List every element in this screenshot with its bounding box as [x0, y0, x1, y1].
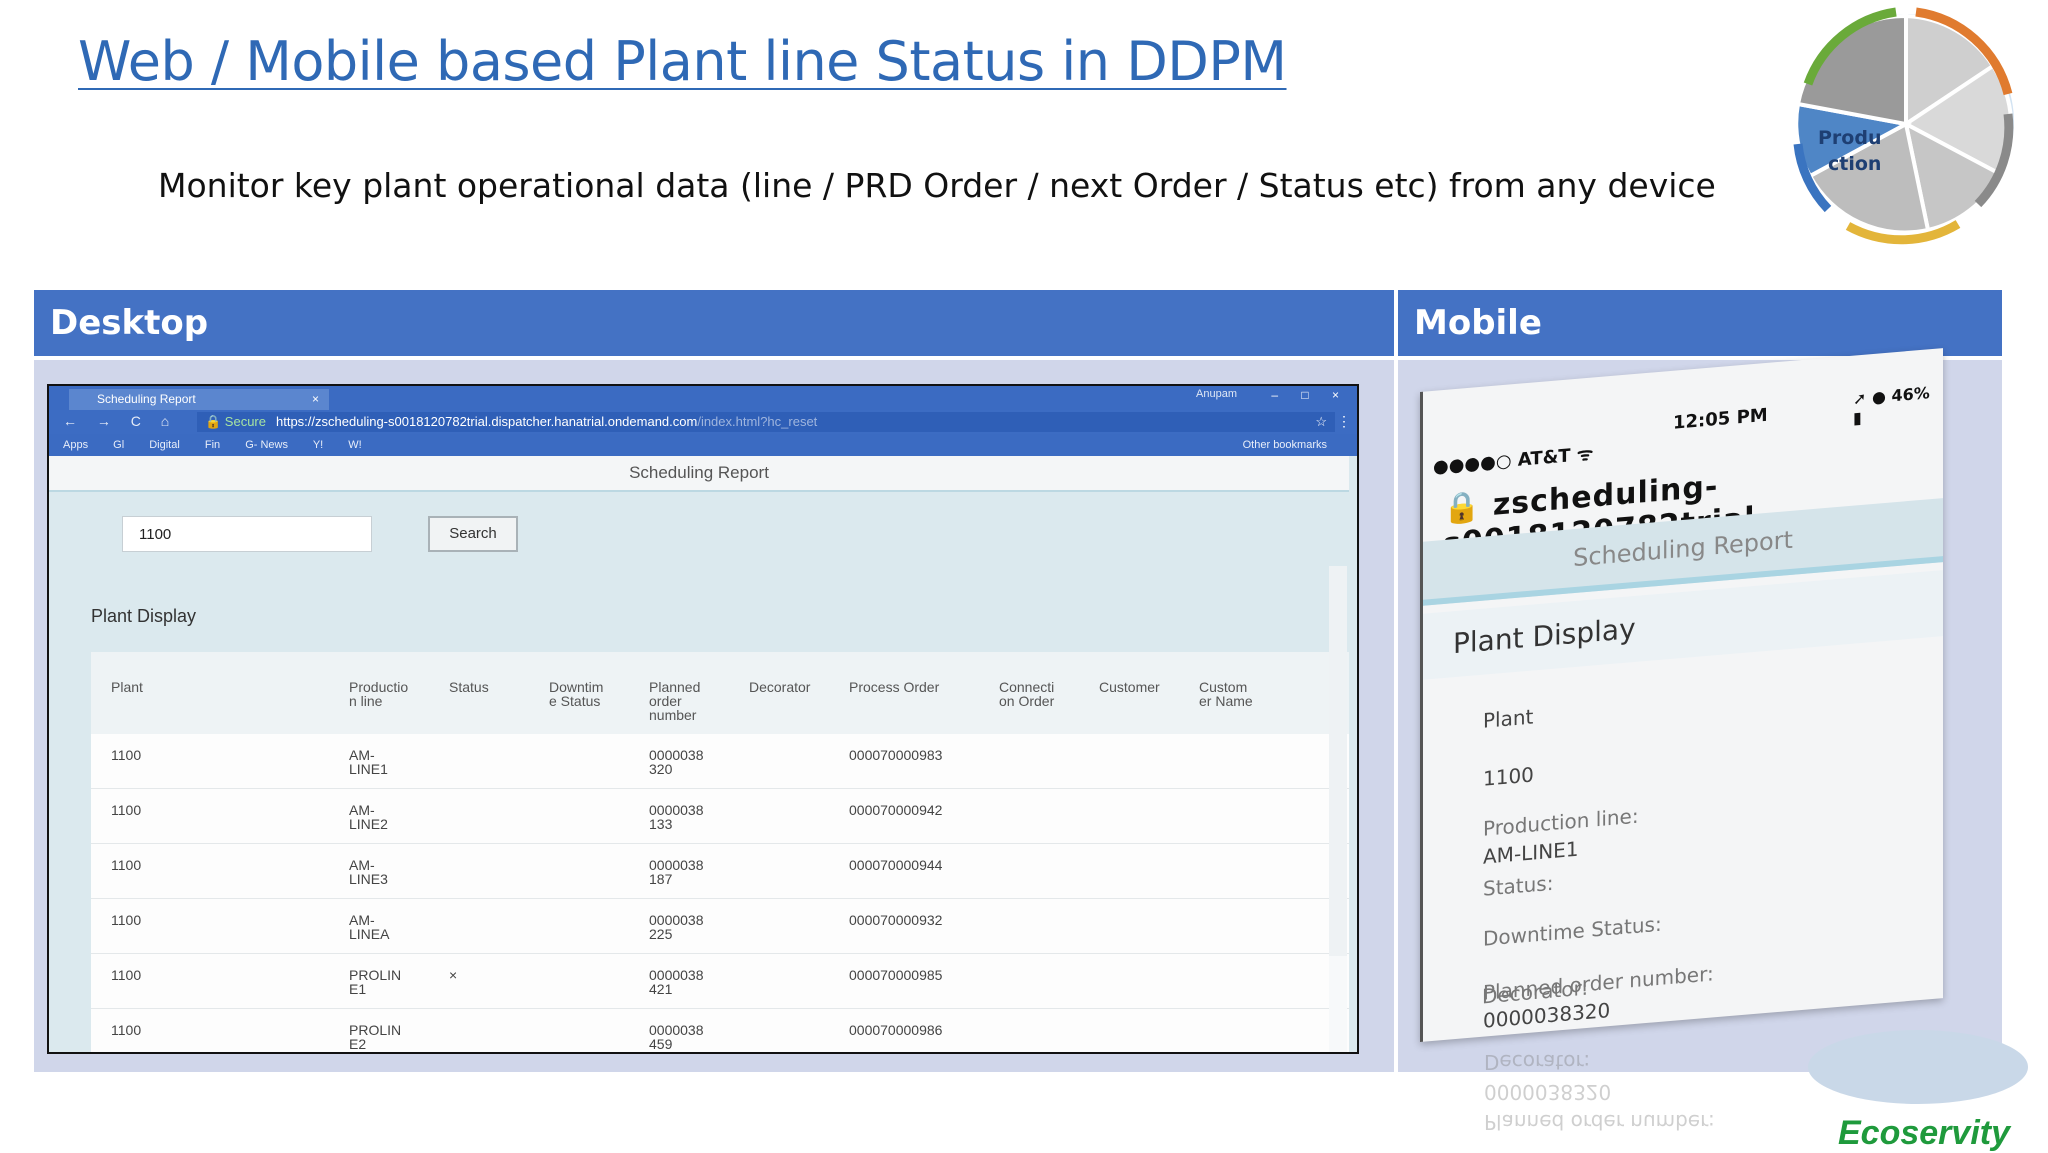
- mobile-status-label: Status:: [1483, 870, 1554, 901]
- carrier-signal: ●●●●○ AT&T ᯤ: [1433, 443, 1594, 478]
- cell-planned: 0000038 133: [649, 802, 704, 832]
- cell-process: 000070000983: [849, 747, 943, 763]
- column-header[interactable]: Planned order number: [649, 680, 700, 722]
- brand-logo-text: Ecoservity: [1838, 1114, 2010, 1152]
- nav-buttons[interactable]: ← → C ⌂: [63, 413, 177, 429]
- bookmark-yahoo[interactable]: Y!: [313, 439, 323, 451]
- other-bookmarks[interactable]: Other bookmarks: [1243, 434, 1327, 456]
- cell-line: AM- LINE2: [349, 802, 388, 832]
- scrollbar[interactable]: [1329, 566, 1347, 1052]
- table-header-row: Plant Productio n line Status Downtim e …: [91, 652, 1349, 732]
- column-header[interactable]: Downtim e Status: [549, 680, 603, 708]
- column-header[interactable]: Plant: [111, 680, 143, 694]
- mobile-line-value: AM-LINE1: [1483, 836, 1579, 869]
- table-row[interactable]: 1100 AM- LINE1 0000038 320 000070000983: [91, 734, 1349, 789]
- report-title: Scheduling Report: [49, 456, 1349, 492]
- mobile-plant-label: Plant: [1483, 704, 1534, 733]
- browser-menu-icon[interactable]: ⋮: [1337, 413, 1351, 430]
- column-header[interactable]: Custom er Name: [1199, 680, 1253, 708]
- app-page: Scheduling Report 1100 Search Plant Disp…: [49, 456, 1357, 1052]
- production-cycle-logo: Produ ction: [1793, 7, 2014, 245]
- phone-time: 12:05 PM: [1673, 404, 1768, 434]
- url-path: /index.html?hc_reset: [697, 414, 818, 429]
- battery-icon: ➚ ● 46% ▮: [1853, 383, 1930, 428]
- cell-planned: 0000038 459: [649, 1022, 704, 1052]
- mobile-downtime-label: Downtime Status:: [1483, 911, 1662, 951]
- cell-planned: 0000038 187: [649, 857, 704, 887]
- search-button[interactable]: Search: [428, 516, 518, 552]
- bookmark-apps[interactable]: Apps: [63, 439, 88, 451]
- bookmark-w[interactable]: W!: [348, 439, 361, 451]
- slide-title: Web / Mobile based Plant line Status in …: [78, 30, 1287, 93]
- mobile-line-label: Production line:: [1483, 803, 1639, 841]
- cell-process: 000070000944: [849, 857, 943, 873]
- cell-plant: 1100: [111, 857, 142, 873]
- bookmark-gl[interactable]: Gl: [113, 439, 124, 451]
- brand-shape: [1808, 1030, 2028, 1104]
- cell-process: 000070000932: [849, 912, 943, 928]
- phone-status-bar: ●●●●○ AT&T ᯤ 12:05 PM ➚ ● 46% ▮: [1433, 383, 1933, 478]
- secure-lock-icon: 🔒 Secure: [205, 414, 266, 429]
- cell-plant: 1100: [111, 802, 142, 818]
- address-bar[interactable]: 🔒 Secure https://zscheduling-s0018120782t…: [197, 412, 1335, 432]
- cell-line: AM- LINE1: [349, 747, 388, 777]
- search-input[interactable]: 1100: [122, 516, 372, 552]
- cell-line: PROLIN E1: [349, 967, 402, 997]
- slide-subtitle: Monitor key plant operational data (line…: [158, 166, 1716, 205]
- column-header[interactable]: Connecti on Order: [999, 680, 1054, 708]
- table-row[interactable]: 1100 PROLIN E2 0000038 459 000070000986: [91, 1009, 1349, 1052]
- window-controls[interactable]: – □ ×: [1271, 388, 1349, 402]
- bookmark-star-icon[interactable]: ☆: [1315, 412, 1327, 432]
- column-header[interactable]: Customer: [1099, 680, 1160, 694]
- bookmark-digital[interactable]: Digital: [149, 439, 180, 451]
- svg-text:Produ: Produ: [1818, 127, 1881, 149]
- browser-titlebar: Scheduling Report × Anupam – □ ×: [49, 386, 1357, 410]
- desktop-browser-window: Scheduling Report × Anupam – □ × ← → C ⌂…: [47, 384, 1359, 1054]
- bookmark-fin[interactable]: Fin: [205, 439, 220, 451]
- mobile-plant-value: 1100: [1483, 762, 1534, 791]
- lock-icon: 🔒: [1443, 487, 1493, 528]
- cell-status: ×: [449, 967, 458, 983]
- table-row[interactable]: 1100 AM- LINE2 0000038 133 000070000942: [91, 789, 1349, 844]
- cell-line: AM- LINEA: [349, 912, 390, 942]
- plant-table: Plant Productio n line Status Downtim e …: [91, 652, 1349, 1052]
- cell-planned: 0000038 225: [649, 912, 704, 942]
- bookmark-gnews[interactable]: G- News: [245, 439, 288, 451]
- table-row[interactable]: 1100 AM- LINE3 0000038 187 000070000944: [91, 844, 1349, 899]
- column-header[interactable]: Decorator: [749, 680, 810, 694]
- table-row[interactable]: 1100 AM- LINEA 0000038 225 000070000932: [91, 899, 1349, 954]
- cell-planned: 0000038 320: [649, 747, 704, 777]
- cell-plant: 1100: [111, 967, 142, 983]
- cell-process: 000070000942: [849, 802, 943, 818]
- cell-process: 000070000985: [849, 967, 943, 983]
- svg-text:ction: ction: [1828, 153, 1881, 175]
- cell-line: AM- LINE3: [349, 857, 388, 887]
- column-header[interactable]: Process Order: [849, 680, 939, 694]
- column-header[interactable]: Productio n line: [349, 680, 408, 708]
- cell-planned: 0000038 421: [649, 967, 704, 997]
- profile-name[interactable]: Anupam: [1196, 388, 1237, 400]
- cell-plant: 1100: [111, 912, 142, 928]
- address-row: ← → C ⌂ 🔒 Secure https://zscheduling-s001…: [49, 410, 1357, 434]
- url-main: https://zscheduling-s0018120782trial.dis…: [276, 414, 698, 429]
- table-row[interactable]: 1100 PROLIN E1 × 0000038 421 00007000098…: [91, 954, 1349, 1009]
- cell-process: 000070000986: [849, 1022, 943, 1038]
- cell-plant: 1100: [111, 1022, 142, 1038]
- cell-line: PROLIN E2: [349, 1022, 402, 1052]
- section-title: Plant Display: [91, 606, 197, 626]
- tab-close-icon[interactable]: ×: [312, 389, 319, 410]
- desktop-column-header: Desktop: [34, 290, 1394, 356]
- browser-tab[interactable]: Scheduling Report ×: [69, 389, 329, 410]
- column-header[interactable]: Status: [449, 680, 489, 694]
- mobile-screenshot: ●●●●○ AT&T ᯤ 12:05 PM ➚ ● 46% ▮ 🔒 zsched…: [1420, 348, 1943, 1042]
- bookmarks-bar: Apps Gl Digital Fin G- News Y! W! Other …: [49, 434, 1357, 456]
- scrollbar-thumb[interactable]: [1329, 956, 1347, 1052]
- mobile-column-header: Mobile: [1398, 290, 2002, 356]
- cell-plant: 1100: [111, 747, 142, 763]
